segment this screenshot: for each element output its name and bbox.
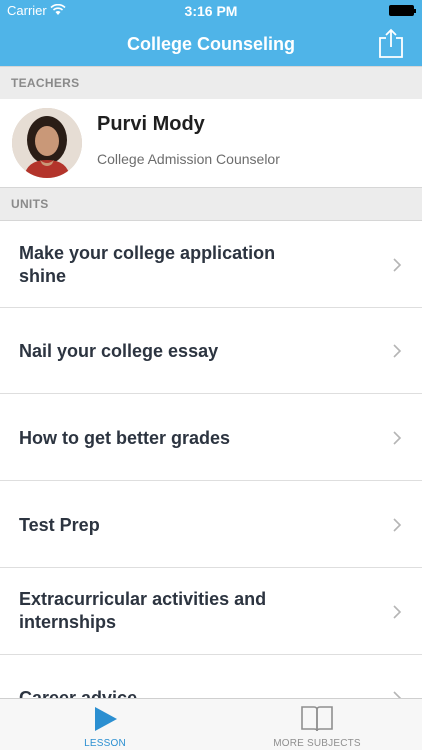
page-title: College Counseling <box>126 34 295 54</box>
chevron-right-icon <box>393 518 402 532</box>
avatar <box>12 108 82 178</box>
status-bar: Carrier 3:16 PM <box>0 0 422 22</box>
unit-row[interactable]: How to get better grades <box>0 394 422 481</box>
unit-row[interactable]: Extracurricular activities and internship… <box>0 568 422 655</box>
tab-bar: LESSON MORE SUBJECTS <box>0 698 422 750</box>
unit-title: Make your college application shine <box>19 243 276 286</box>
tab-more-subjects[interactable]: MORE SUBJECTS <box>258 699 376 750</box>
teacher-role: College Admission Counselor <box>97 151 280 167</box>
unit-title: How to get better grades <box>19 428 231 448</box>
unit-title: Extracurricular activities and internship… <box>19 589 267 632</box>
chevron-right-icon <box>393 344 402 358</box>
tab-lesson[interactable]: LESSON <box>60 699 150 750</box>
tab-more-label: MORE SUBJECTS <box>273 738 361 749</box>
book-icon <box>301 706 333 732</box>
section-header-units: UNITS <box>0 187 422 221</box>
teacher-row[interactable] <box>0 99 422 187</box>
teacher-name: Purvi Mody <box>97 113 205 135</box>
status-time: 3:16 PM <box>184 3 238 19</box>
chevron-right-icon <box>393 431 402 445</box>
play-icon <box>95 707 117 731</box>
unit-title: Nail your college essay <box>19 341 219 361</box>
battery-icon <box>389 5 416 16</box>
tab-lesson-label: LESSON <box>84 738 126 749</box>
chevron-right-icon <box>393 258 402 272</box>
unit-row[interactable]: Nail your college essay <box>0 308 422 394</box>
unit-row[interactable]: Test Prep <box>0 481 422 568</box>
unit-row[interactable]: Make your college application shine <box>0 221 422 308</box>
section-header-teachers: TEACHERS <box>0 66 422 100</box>
share-icon[interactable] <box>378 28 404 58</box>
chevron-right-icon <box>393 605 402 619</box>
app-header: Carrier 3:16 PM College Counseling <box>0 0 422 66</box>
unit-title: Test Prep <box>19 515 100 535</box>
